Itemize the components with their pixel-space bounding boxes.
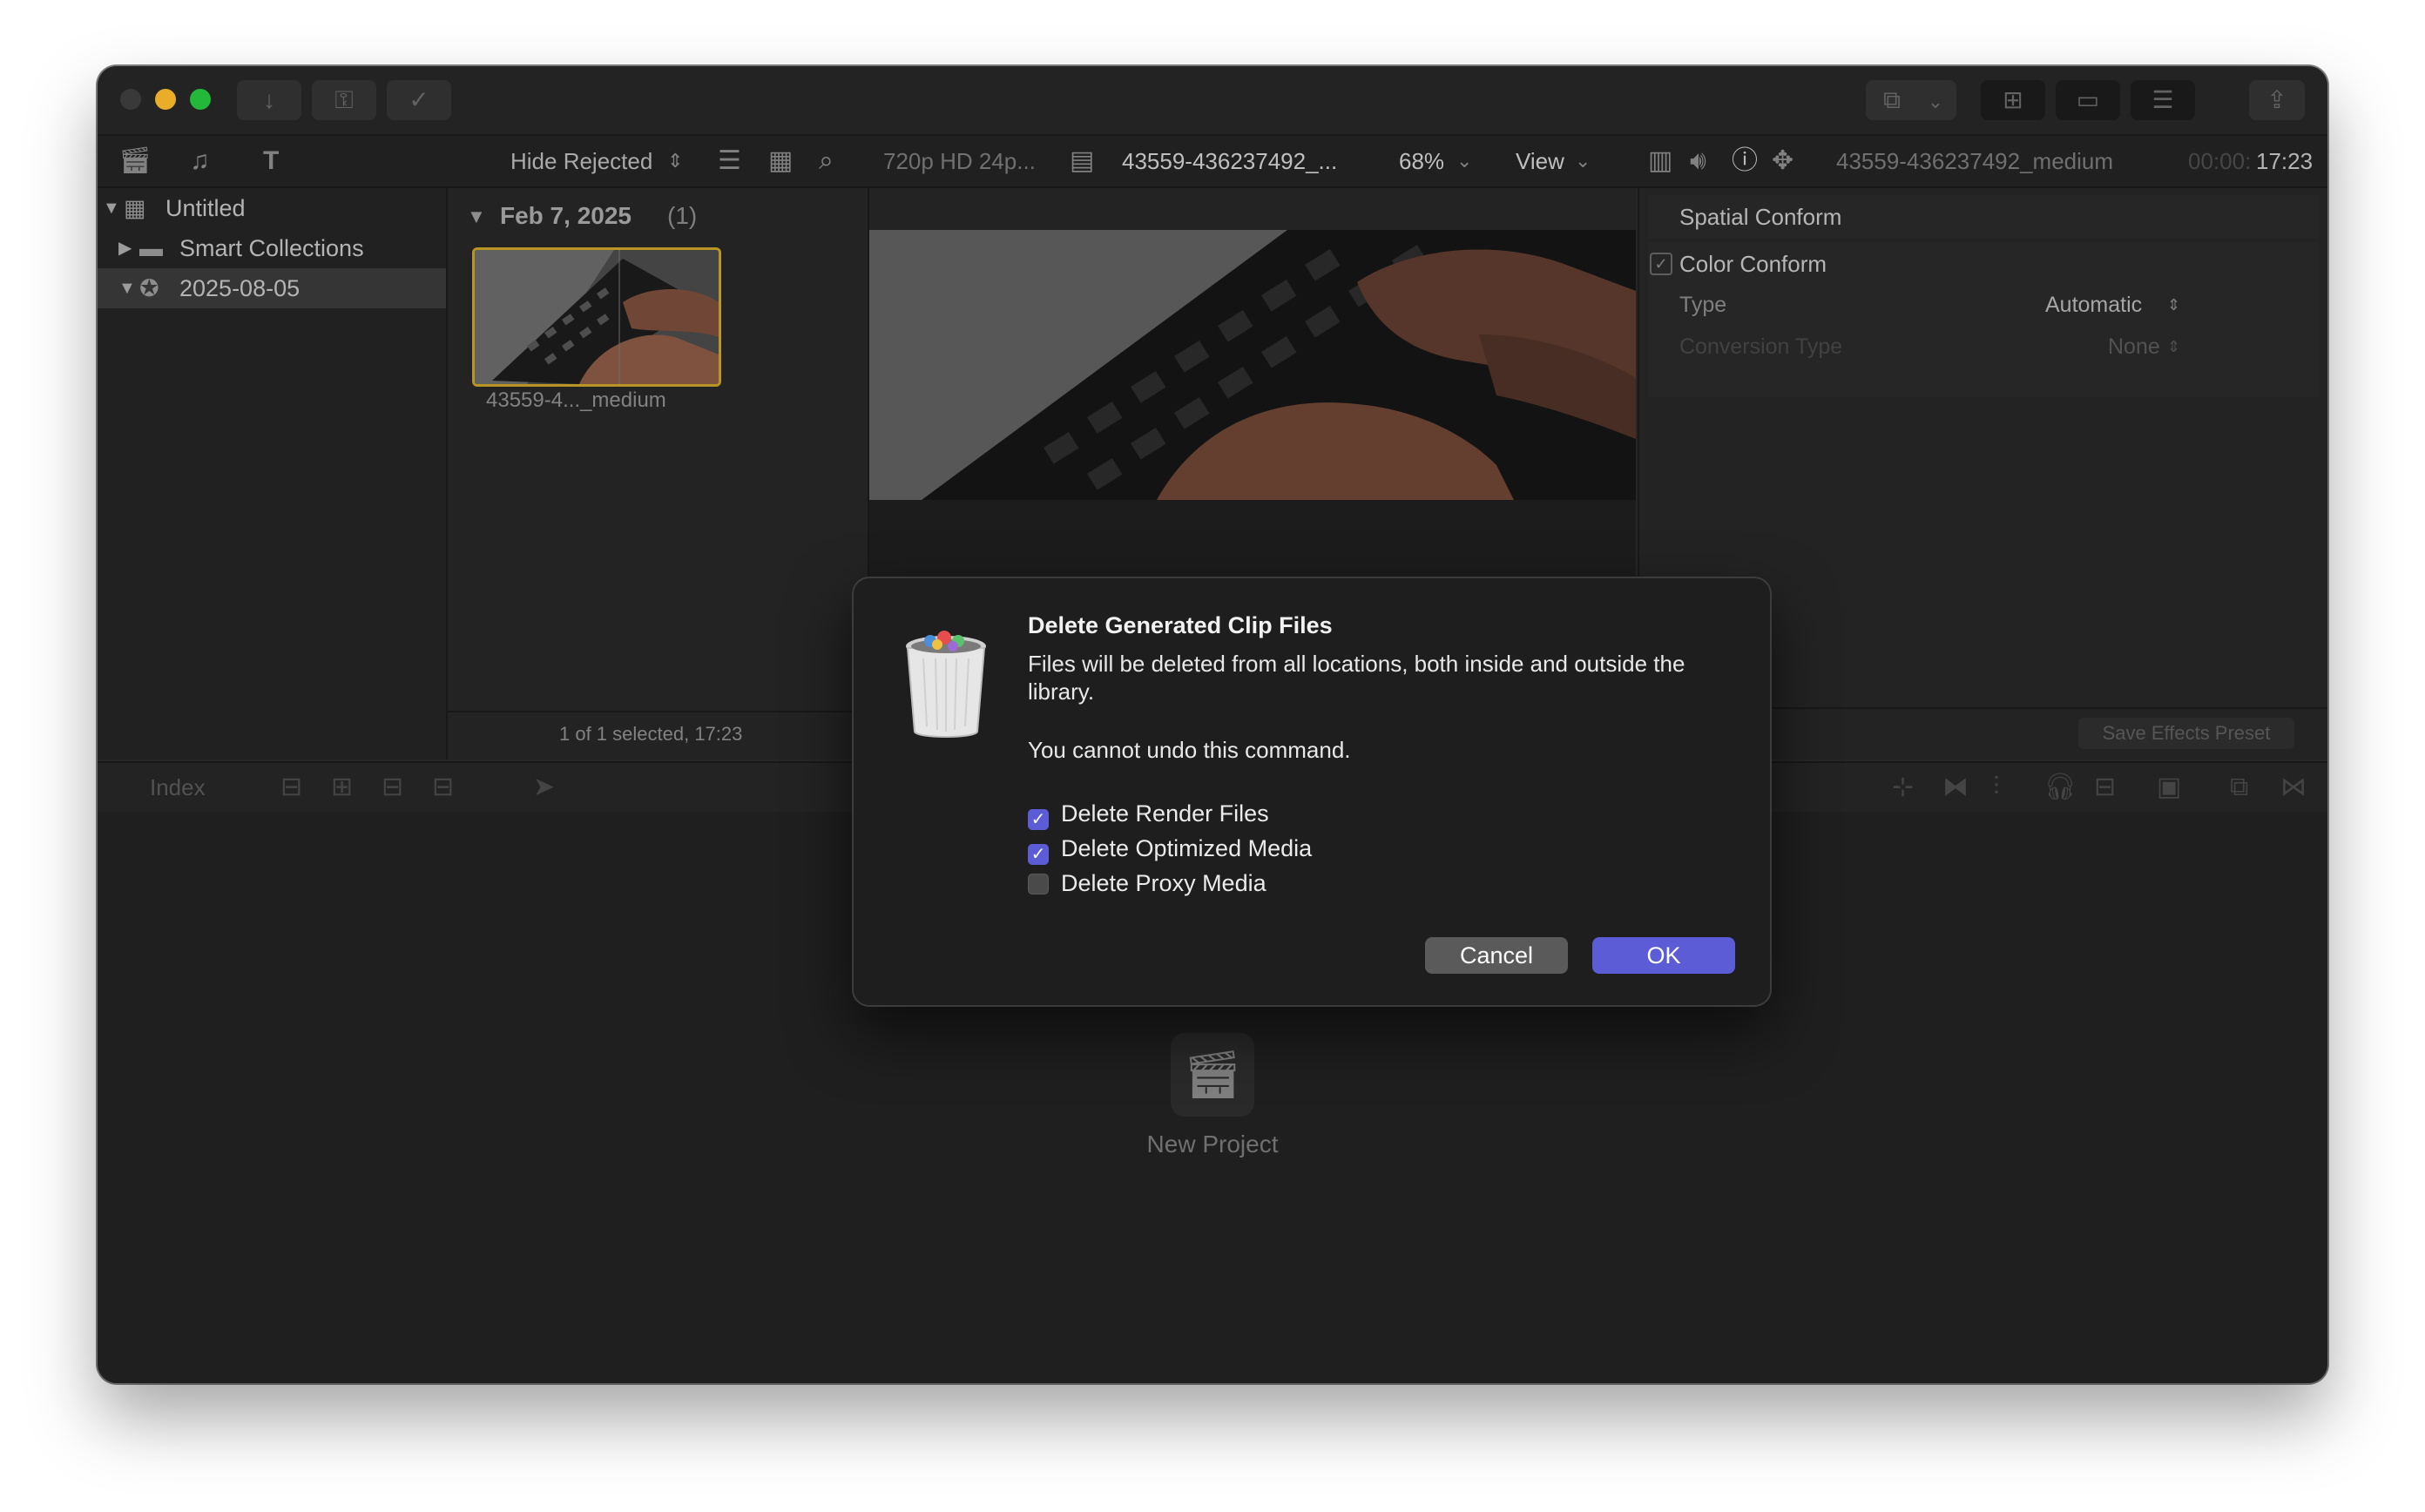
- delete-render-files-checkbox[interactable]: ✓: [1028, 809, 1049, 830]
- option-label: Delete Render Files: [1061, 800, 1269, 827]
- delete-optimized-media-option[interactable]: ✓ Delete Optimized Media: [1028, 831, 1312, 866]
- option-label: Delete Optimized Media: [1061, 835, 1313, 861]
- delete-generated-files-dialog: Delete Generated Clip Files Files will b…: [852, 577, 1772, 1007]
- delete-render-files-option[interactable]: ✓ Delete Render Files: [1028, 796, 1269, 831]
- dialog-message: Files will be deleted from all locations…: [1028, 651, 1685, 705]
- dialog-warning: You cannot undo this command.: [1028, 737, 1351, 763]
- delete-proxy-media-checkbox[interactable]: [1028, 874, 1049, 894]
- app-window: ↓ ⚿ ✓ ⧉ ⌄ ⊞ ▭ ☰ ⇪ 🎬︎ ♫ T Hide Rejected ⇕ …: [98, 66, 2327, 1383]
- delete-proxy-media-option[interactable]: Delete Proxy Media: [1028, 866, 1267, 901]
- ok-button[interactable]: OK: [1592, 937, 1735, 974]
- option-label: Delete Proxy Media: [1061, 870, 1267, 896]
- trash-icon: [906, 631, 986, 738]
- dialog-title: Delete Generated Clip Files: [1028, 612, 1333, 638]
- cancel-button[interactable]: Cancel: [1425, 937, 1568, 974]
- delete-optimized-media-checkbox[interactable]: ✓: [1028, 844, 1049, 865]
